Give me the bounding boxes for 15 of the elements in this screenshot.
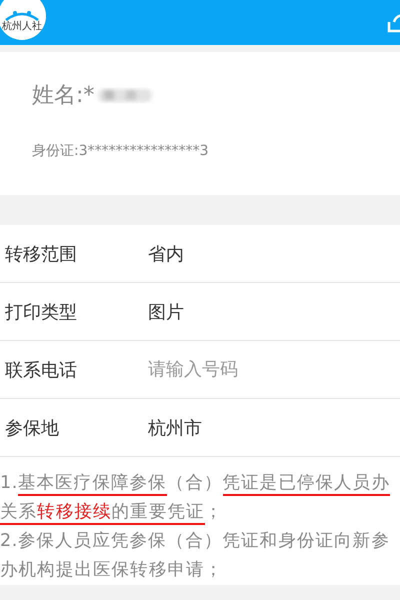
field-value[interactable]: 杭州市 (148, 416, 202, 440)
note-line: 办机构提出医保转移申请； (0, 559, 224, 582)
field-value[interactable]: 图片 (148, 300, 184, 324)
note-line: 2.参保人员应凭参保（合）凭证和身份证向新参 (0, 530, 391, 553)
phone-input[interactable]: 请输入号码 (148, 359, 348, 380)
field-label: 打印类型 (4, 300, 78, 324)
note-line: 关系转移接续的重要凭证； (0, 498, 400, 527)
name-label: 姓名:* (32, 82, 94, 110)
field-label: 转移范围 (4, 242, 78, 266)
field-label: 联系电话 (4, 358, 78, 382)
logo-badge: 杭州人社 (0, 0, 46, 40)
note-line: 1.基本医疗保障参保（合）凭证是已停保人员办 (0, 469, 400, 498)
id-number: 身份证:3****************3 (32, 142, 210, 160)
field-label: 参保地 (4, 416, 60, 440)
field-value[interactable]: 省内 (148, 242, 184, 266)
